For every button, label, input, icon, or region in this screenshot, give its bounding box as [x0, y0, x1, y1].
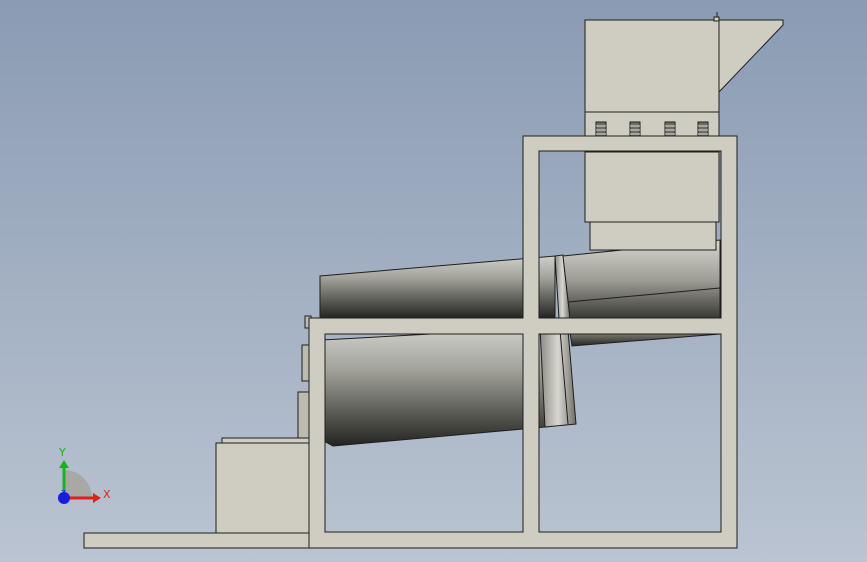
spring-mount-strip[interactable] — [584, 111, 720, 138]
spring-3 — [664, 121, 676, 137]
triad-x-label: X — [103, 488, 111, 501]
spring-4 — [697, 121, 709, 137]
feed-hopper[interactable] — [584, 12, 784, 113]
machine-assembly[interactable] — [83, 12, 784, 549]
base-plate[interactable] — [83, 532, 311, 549]
orientation-triad: X Y Z — [58, 446, 111, 504]
cad-graphics-viewport[interactable]: X Y Z — [0, 0, 867, 562]
triad-y-arrow — [59, 460, 69, 468]
spring-2 — [629, 121, 641, 137]
screen-body[interactable] — [584, 151, 720, 251]
motor-box[interactable] — [215, 442, 311, 534]
triad-z-label: Z — [61, 489, 66, 497]
motor-box-lid[interactable] — [221, 437, 311, 444]
triad-x-arrow — [93, 493, 101, 503]
triad-y-label: Y — [58, 446, 66, 459]
spring-1 — [595, 121, 607, 137]
model-view[interactable]: X Y Z — [0, 0, 867, 562]
